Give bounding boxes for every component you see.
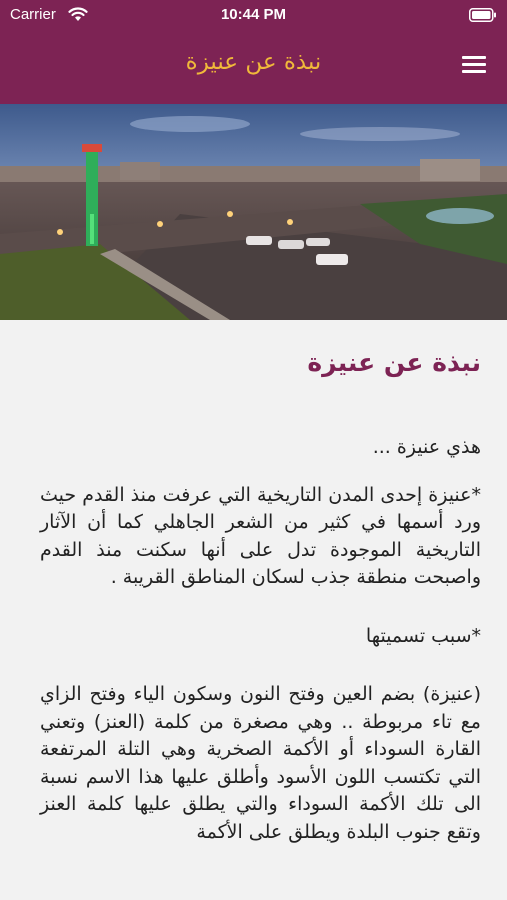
clock: 10:44 PM [220, 6, 287, 23]
menu-button[interactable] [460, 54, 488, 76]
battery-icon [469, 8, 496, 22]
city-night-photo [0, 104, 507, 320]
paragraph: *عنيزة إحدى المدن التاريخية التي عرفت من… [40, 483, 481, 589]
section-title: نبذة عن عنيزة [307, 348, 481, 377]
paragraph: (عنيزة) بضم العين وفتح النون وسكون الياء… [40, 683, 481, 843]
nav-title: نبذة عن عنيزة [185, 49, 322, 75]
app-header: Carrier 10:44 PM نبذة عن عنيزة [0, 0, 507, 104]
status-bar: Carrier 10:44 PM [0, 0, 507, 32]
paragraph: هذي عنيزة ... [372, 436, 481, 458]
paragraph: *سبب تسميتها [365, 624, 481, 647]
article-body: هذي عنيزة ... *عنيزة إحدى المدن التاريخي… [40, 434, 481, 877]
hamburger-menu-icon [462, 56, 486, 59]
article-content: نبذة عن عنيزة هذي عنيزة ... *عنيزة إحدى … [0, 320, 507, 900]
